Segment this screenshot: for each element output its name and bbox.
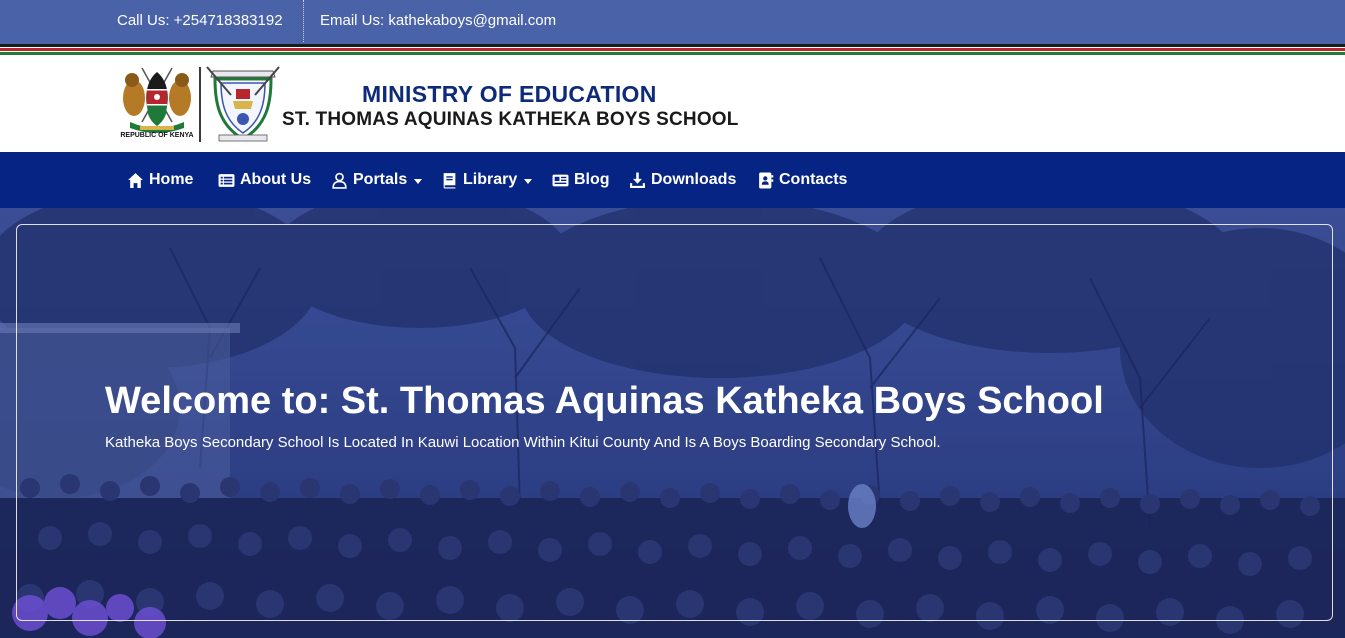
nav-portals-dropdown[interactable]: Portals [331,169,423,191]
chevron-down-icon [524,178,533,184]
nav-home[interactable]: Home [127,169,193,191]
school-title: ST. THOMAS AQUINAS KATHEKA BOYS SCHOOL [282,109,739,130]
coat-caption: REPUBLIC OF KENYA [120,132,194,139]
nav-about-label: About Us [240,171,312,188]
nav-contacts[interactable]: Contacts [757,169,847,191]
welcome-prefix: Welcome to: [105,380,341,422]
nav-portals-label: Portals [353,171,408,188]
nav-downloads-label: Downloads [651,171,737,188]
download-icon [630,172,645,188]
nav-contacts-label: Contacts [779,171,848,188]
nav-downloads[interactable]: Downloads [629,169,736,191]
hero-banner: Welcome to: St. Thomas Aquinas Katheka B… [0,208,1345,638]
contact-divider [303,0,304,42]
book-icon [443,172,456,188]
nav-library-label: Library [463,171,518,188]
hero-welcome-heading: Welcome to: St. Thomas Aquinas Katheka B… [105,380,1104,423]
hero-tagline: Katheka Boys Secondary School Is Located… [105,434,941,451]
email-us-text[interactable]: Email Us: kathekaboys@gmail.com [320,12,556,29]
address-book-icon [759,172,774,188]
home-icon [128,172,143,188]
kenya-coat-of-arms-logo[interactable]: REPUBLIC OF KENYA [120,64,194,144]
nav-about-us[interactable]: About Us [218,169,311,191]
chevron-down-icon [414,178,423,184]
contact-bar: Call Us: +254718383192 Email Us: katheka… [0,0,1345,42]
school-crest-logo[interactable] [203,63,283,145]
site-header: REPUBLIC OF KENYA MINISTRY OF EDUCATION … [0,57,1345,152]
nav-blog-label: Blog [574,171,610,188]
main-navbar: Home About Us Portals Library Blog Downl… [0,152,1345,208]
newspaper-icon [552,174,569,186]
nav-library-dropdown[interactable]: Library [441,169,533,191]
logo-separator [199,67,201,142]
ministry-title: MINISTRY OF EDUCATION [362,81,657,107]
nav-home-label: Home [149,171,194,188]
user-icon [332,172,347,189]
call-us-text[interactable]: Call Us: +254718383192 [117,12,283,29]
flag-stripes [0,42,1345,57]
hero-school-name: St. Thomas Aquinas Katheka Boys School [340,380,1104,422]
list-icon [218,173,235,187]
nav-blog[interactable]: Blog [552,169,610,191]
